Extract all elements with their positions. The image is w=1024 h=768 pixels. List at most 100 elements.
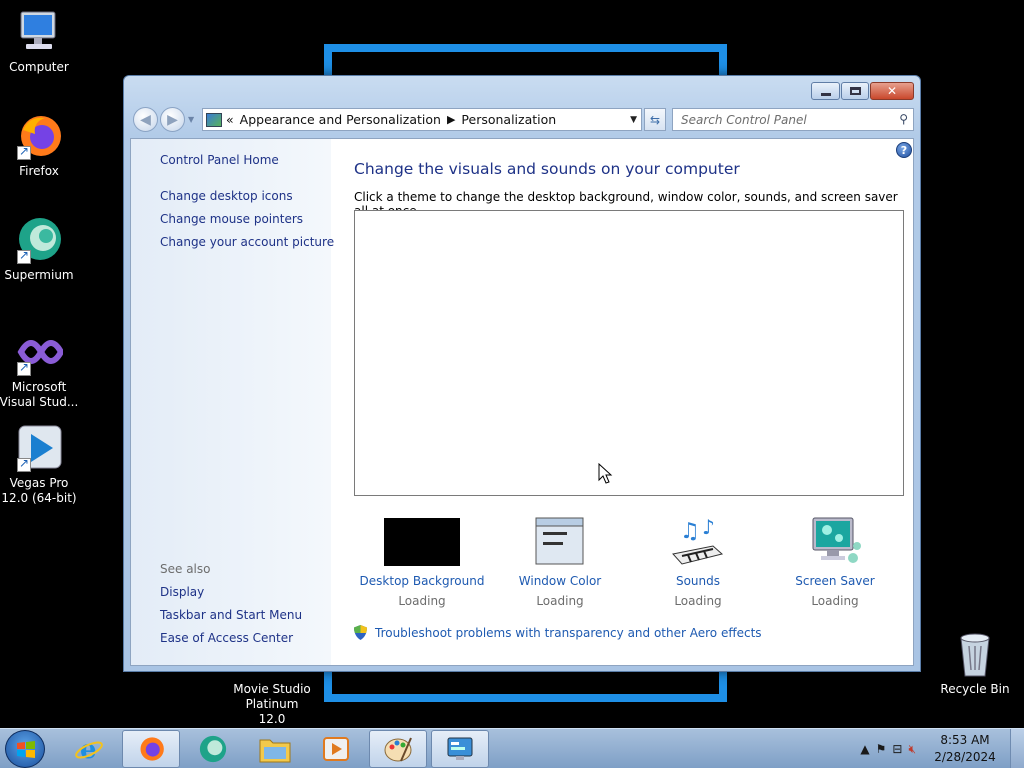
back-button[interactable]: ◀ (133, 107, 158, 132)
search-placeholder: Search Control Panel (681, 113, 807, 127)
taskbar-internet-explorer[interactable]: e (60, 730, 118, 768)
desktop-icon-supermium[interactable]: Supermium (0, 216, 79, 283)
clock-date: 2/28/2024 (934, 750, 996, 764)
network-icon[interactable]: ⊟ (892, 742, 902, 756)
breadcrumb-appearance[interactable]: Appearance and Personalization (240, 112, 441, 127)
taskbar-supermium[interactable] (184, 730, 242, 768)
desktop-icon-label: Movie Studio Platinum 12.0 (233, 682, 311, 726)
recent-pages-dropdown-icon[interactable]: ▼ (188, 115, 194, 124)
change-account-picture-link[interactable]: Change your account picture (160, 235, 334, 249)
control-panel-home-link[interactable]: Control Panel Home (160, 153, 279, 167)
show-desktop-button[interactable] (1010, 729, 1024, 768)
shortcut-arrow-icon (17, 248, 31, 264)
taskbar-firefox[interactable] (122, 730, 180, 768)
desktop-icon-vegas-pro[interactable]: Vegas Pro 12.0 (64-bit) (0, 424, 79, 506)
sounds-status: Loading (674, 594, 722, 608)
refresh-icon: ⇆ (649, 112, 661, 127)
close-icon: ✕ (886, 84, 898, 98)
theme-list[interactable] (354, 210, 904, 496)
troubleshoot-aero-link[interactable]: Troubleshoot problems with transparency … (354, 625, 762, 640)
help-button[interactable]: ? (896, 142, 912, 158)
close-button[interactable]: ✕ (870, 82, 914, 100)
desktop-icon-label: Supermium (4, 268, 74, 282)
taskbar: e ▲ ⚑ ⊟ 🔇︎ 8:53 AM 2/28/2024 (0, 728, 1024, 768)
maximize-button[interactable] (841, 82, 869, 100)
svg-text:♪: ♪ (702, 516, 715, 539)
computer-icon (15, 8, 63, 56)
screen-saver-label[interactable]: Screen Saver (770, 574, 900, 588)
caption-buttons: ✕ (811, 82, 914, 100)
sounds-label[interactable]: Sounds (633, 574, 763, 588)
folder-icon (259, 739, 291, 763)
desktop-background-status: Loading (398, 594, 446, 608)
change-mouse-pointers-link[interactable]: Change mouse pointers (160, 212, 303, 226)
sounds-icon: ♫ ♪ (658, 515, 738, 568)
left-pane: Control Panel Home Change desktop icons … (131, 139, 334, 665)
desktop-icon-computer[interactable]: Computer (0, 8, 79, 75)
taskbar-file-explorer[interactable] (246, 730, 304, 768)
desktop-icon-label: Microsoft Visual Stud... (0, 380, 79, 409)
control-panel-icon (447, 737, 473, 760)
shortcut-arrow-icon (17, 360, 31, 376)
content-area: Control Panel Home Change desktop icons … (130, 138, 914, 666)
firefox-icon (15, 112, 63, 160)
desktop-icon-label: Computer (9, 60, 69, 74)
internet-explorer-icon: e (75, 735, 103, 764)
svg-text:♫: ♫ (680, 519, 700, 544)
address-dropdown-icon[interactable]: ▼ (630, 115, 637, 125)
vegas-pro-icon (15, 424, 63, 472)
desktop-icon-movie-studio[interactable]: Movie Studio Platinum 12.0 (232, 682, 312, 727)
notification-area: ▲ ⚑ ⊟ 🔇︎ 8:53 AM 2/28/2024 (860, 729, 1024, 768)
desktop-background-button[interactable]: Desktop Background Loading (357, 516, 487, 608)
forward-button[interactable]: ▶ (160, 107, 185, 132)
screen-saver-status: Loading (811, 594, 859, 608)
volume-muted-icon[interactable]: 🔇︎ (908, 742, 916, 757)
screen-saver-button[interactable]: Screen Saver Loading (770, 516, 900, 608)
show-hidden-icons-icon[interactable]: ▲ (860, 742, 869, 756)
page-title: Change the visuals and sounds on your co… (354, 160, 740, 178)
minimize-button[interactable] (811, 82, 840, 100)
window-color-icon (520, 516, 600, 568)
navigation-bar: ◀ ▶ ▼ « Appearance and Personalization ▶… (130, 104, 914, 132)
desktop-icon-firefox[interactable]: Firefox (0, 112, 79, 179)
taskbar-start-menu-link[interactable]: Taskbar and Start Menu (160, 608, 302, 622)
change-desktop-icons-link[interactable]: Change desktop icons (160, 189, 293, 203)
search-icon[interactable]: ⚲ (899, 112, 908, 126)
address-bar[interactable]: « Appearance and Personalization ▶ Perso… (202, 108, 642, 131)
help-icon: ? (900, 143, 908, 157)
window-color-label[interactable]: Window Color (495, 574, 625, 588)
desktop-background-label[interactable]: Desktop Background (357, 574, 487, 588)
taskbar-media-player[interactable] (307, 730, 365, 768)
taskbar-control-panel[interactable] (431, 730, 489, 768)
sounds-button[interactable]: ♫ ♪ Sounds Loading (633, 515, 763, 608)
action-center-flag-icon[interactable]: ⚑ (876, 742, 887, 756)
ease-of-access-link[interactable]: Ease of Access Center (160, 631, 293, 645)
tray-icons: ▲ ⚑ ⊟ 🔇︎ (860, 742, 916, 757)
search-input[interactable]: Search Control Panel ⚲ (672, 108, 914, 131)
mouse-cursor-icon (598, 463, 613, 484)
desktop-background-icon (384, 518, 460, 566)
clock[interactable]: 8:53 AM 2/28/2024 (930, 732, 1000, 766)
troubleshoot-label[interactable]: Troubleshoot problems with transparency … (375, 626, 762, 640)
window-color-status: Loading (536, 594, 584, 608)
desktop-icon-visual-studio[interactable]: Microsoft Visual Stud... (0, 328, 79, 410)
taskbar-paint[interactable] (369, 730, 427, 768)
minimize-icon (820, 92, 831, 96)
refresh-button[interactable]: ⇆ (644, 108, 666, 131)
paint-palette-icon (384, 737, 412, 762)
desktop-icon-recycle-bin[interactable]: Recycle Bin (935, 630, 1015, 697)
shortcut-arrow-icon (17, 456, 31, 472)
desktop-icon-label: Firefox (19, 164, 59, 178)
back-arrow-icon: ◀ (140, 111, 151, 128)
desktop-icon-label: Recycle Bin (940, 682, 1010, 696)
breadcrumb-separator-icon[interactable]: ▶ (447, 113, 455, 126)
personalization-window: ✕ ◀ ▶ ▼ « Appearance and Personalization… (123, 75, 921, 672)
breadcrumb-personalization[interactable]: Personalization (461, 112, 556, 127)
start-button[interactable] (5, 730, 45, 768)
display-link[interactable]: Display (160, 585, 204, 599)
maximize-icon (849, 87, 861, 95)
window-color-button[interactable]: Window Color Loading (495, 516, 625, 608)
shortcut-arrow-icon (17, 144, 31, 160)
control-panel-icon (206, 112, 222, 127)
breadcrumb-overflow[interactable]: « (226, 112, 234, 127)
